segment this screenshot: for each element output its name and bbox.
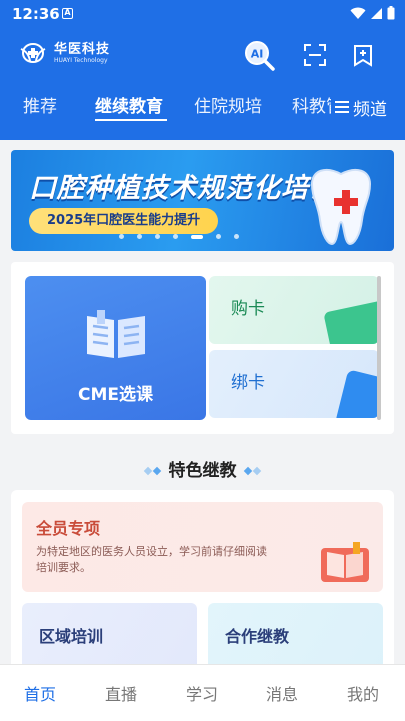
section-header: 特色继教 (0, 456, 405, 481)
ai-search-button[interactable]: AI (242, 38, 276, 72)
scan-icon (304, 44, 326, 66)
logo-name: 华医科技 (54, 41, 111, 57)
diamond-deco-icon (243, 466, 263, 476)
cme-course-label: CME选课 (77, 385, 153, 405)
section-title: 特色继教 (168, 461, 237, 481)
card-icon (323, 300, 379, 344)
nav-home[interactable]: 首页 (24, 681, 56, 705)
ai-search-icon: AI (245, 41, 275, 71)
nav-study[interactable]: 学习 (186, 681, 218, 705)
signal-icon (371, 7, 382, 19)
status-bar: 12:36 A (0, 0, 405, 28)
cooperative-education-title: 合作继教 (225, 627, 290, 646)
nav-profile[interactable]: 我的 (347, 681, 379, 705)
tab-continuing-education[interactable]: 继续教育 (95, 92, 163, 117)
promo-banner[interactable]: 口腔种植技术规范化培训 2025年口腔医生能力提升 (11, 150, 394, 251)
bind-card-button[interactable]: 绑卡 (209, 350, 379, 418)
channels-label: 频道 (353, 99, 387, 120)
buy-card-label: 购卡 (231, 299, 265, 319)
banner-subtitle: 2025年口腔医生能力提升 (29, 208, 219, 234)
tab-recommend[interactable]: 推荐 (23, 92, 57, 117)
toolbar: 华医科技 HUAYI Technology AI (0, 34, 405, 76)
ai-label: AI (251, 48, 264, 61)
link-card-icon (334, 369, 379, 418)
pager-dot (119, 234, 124, 239)
scrollbar[interactable] (377, 276, 381, 420)
bookmark-add-icon (354, 45, 372, 67)
book-icon (87, 310, 145, 358)
status-time: 12:36 (12, 5, 60, 23)
buy-card-button[interactable]: 购卡 (209, 276, 379, 344)
pager-dot (155, 234, 160, 239)
active-tab-indicator (95, 119, 167, 121)
notification-icon: A (62, 8, 73, 19)
app-logo: 华医科技 HUAYI Technology (18, 40, 110, 66)
all-staff-special-desc: 为特定地区的医务人员设立，学习前请仔细阅读培训要求。 (36, 545, 267, 574)
scan-button[interactable] (298, 38, 332, 72)
nav-messages[interactable]: 消息 (266, 681, 298, 705)
logo-mark-icon (20, 42, 46, 64)
banner-title: 口腔种植技术规范化培训 (29, 173, 337, 204)
open-book-icon (321, 542, 369, 582)
regional-training-title: 区域培训 (39, 627, 104, 646)
quick-actions-card: CME选课 购卡 绑卡 (11, 262, 394, 434)
all-staff-special-item[interactable]: 全员专项 为特定地区的医务人员设立，学习前请仔细阅读培训要求。 (22, 502, 383, 592)
bind-card-label: 绑卡 (231, 373, 265, 393)
bottom-nav: 首页 直播 学习 消息 我的 (0, 664, 405, 721)
tab-residency-training[interactable]: 住院规培 (194, 92, 262, 117)
banner-pager (119, 234, 239, 239)
status-icons (350, 6, 395, 20)
features-card: 全员专项 为特定地区的医务人员设立，学习前请仔细阅读培训要求。 区域培训 合作继… (11, 490, 394, 690)
logo-subtitle: HUAYI Technology (54, 56, 108, 64)
battery-icon (387, 6, 395, 20)
pager-dot (173, 234, 178, 239)
app-header: 12:36 A 华医科技 HUAYI Technology AI 推荐 继续教育… (0, 0, 405, 140)
pager-dot (234, 234, 239, 239)
all-staff-special-title: 全员专项 (36, 519, 101, 538)
pager-dot-active (191, 234, 203, 239)
pager-dot (137, 234, 142, 239)
diamond-deco-icon (143, 466, 163, 476)
cme-course-button[interactable]: CME选课 (25, 276, 206, 420)
wifi-icon (350, 7, 366, 19)
channels-button[interactable]: 频道 (331, 92, 405, 122)
menu-icon (335, 101, 349, 113)
pager-dot (216, 234, 221, 239)
add-post-button[interactable] (346, 38, 380, 72)
category-tabs: 推荐 继续教育 住院规培 科教管 频道 (0, 92, 405, 122)
tooth-icon (310, 168, 372, 246)
nav-live[interactable]: 直播 (105, 681, 137, 705)
